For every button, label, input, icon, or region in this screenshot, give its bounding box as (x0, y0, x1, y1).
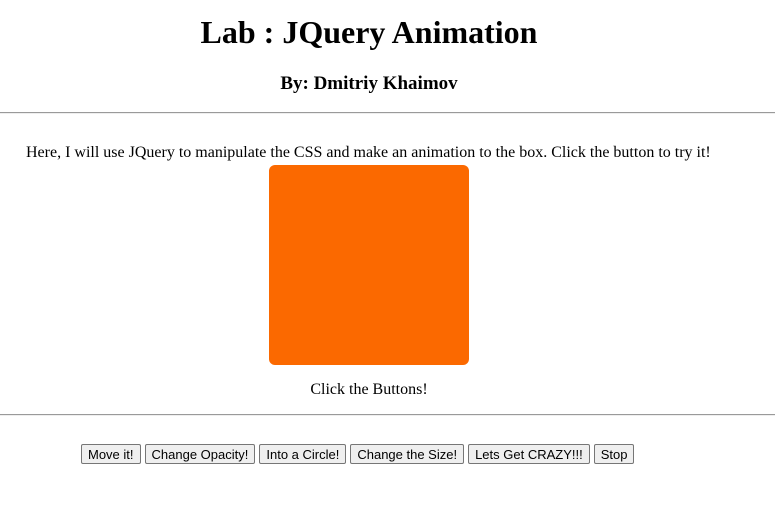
top-divider (0, 112, 775, 114)
move-it-button[interactable]: Move it! (81, 444, 141, 464)
into-circle-button[interactable]: Into a Circle! (259, 444, 347, 464)
caption-text: Click the Buttons! (310, 381, 428, 398)
intro-text: Here, I will use JQuery to manipulate th… (26, 144, 711, 161)
change-opacity-button[interactable]: Change Opacity! (144, 444, 256, 464)
stop-button[interactable]: Stop (593, 444, 635, 464)
get-crazy-button[interactable]: Lets Get CRAZY!!! (468, 444, 590, 464)
bottom-divider (0, 414, 775, 416)
change-size-button[interactable]: Change the Size! (350, 444, 465, 464)
button-bar: Move it! Change Opacity! Into a Circle! … (81, 444, 635, 464)
animation-box (269, 165, 469, 365)
author-subtitle: By: Dmitriy Khaimov (280, 73, 458, 94)
page: Lab : JQuery Animation By: Dmitriy Khaim… (0, 0, 775, 532)
page-title: Lab : JQuery Animation (200, 14, 538, 50)
